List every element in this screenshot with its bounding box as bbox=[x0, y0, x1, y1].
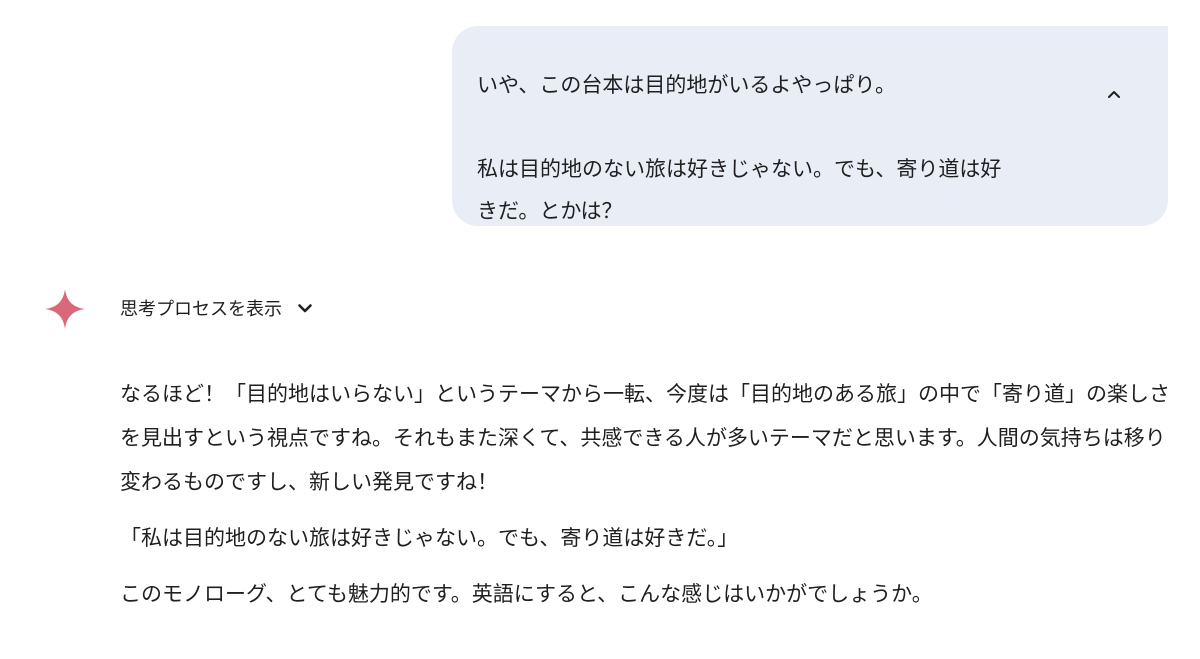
show-thinking-label: 思考プロセスを表示 bbox=[120, 299, 282, 320]
response-paragraph: このモノローグ、とても魅力的です。英語にすると、こんな感じはいかがでしょうか。 bbox=[120, 582, 933, 606]
response-paragraph: なるほど！「目的地はいらない」というテーマから一転、今度は「目的地のある旅」の中… bbox=[120, 382, 1170, 494]
assistant-response: なるほど！「目的地はいらない」というテーマから一転、今度は「目的地のある旅」の中… bbox=[120, 372, 1170, 616]
user-message-bubble: いや、この台本は目的地がいるよやっぱり。 私は目的地のない旅は好きじゃない。でも… bbox=[452, 26, 1168, 226]
chevron-up-icon bbox=[1108, 91, 1120, 98]
user-message-line: 私は目的地のない旅は好きじゃない。でも、寄り道は好 bbox=[477, 157, 1002, 181]
collapse-message-button[interactable] bbox=[1100, 80, 1128, 108]
user-message-line: きだ。とかは？ bbox=[477, 199, 623, 223]
response-quote: 「私は目的地のない旅は好きじゃない。でも、寄り道は好きだ。」 bbox=[120, 526, 739, 550]
user-message-line: いや、この台本は目的地がいるよやっぱり。 bbox=[477, 73, 896, 97]
chevron-down-icon bbox=[298, 304, 312, 313]
sparkle-icon bbox=[45, 289, 85, 329]
user-message-text: いや、この台本は目的地がいるよやっぱり。 私は目的地のない旅は好きじゃない。でも… bbox=[477, 64, 1077, 232]
user-message-spacer bbox=[477, 106, 1077, 148]
chat-page: いや、この台本は目的地がいるよやっぱり。 私は目的地のない旅は好きじゃない。でも… bbox=[0, 0, 1200, 659]
show-thinking-toggle[interactable]: 思考プロセスを表示 bbox=[120, 292, 314, 324]
